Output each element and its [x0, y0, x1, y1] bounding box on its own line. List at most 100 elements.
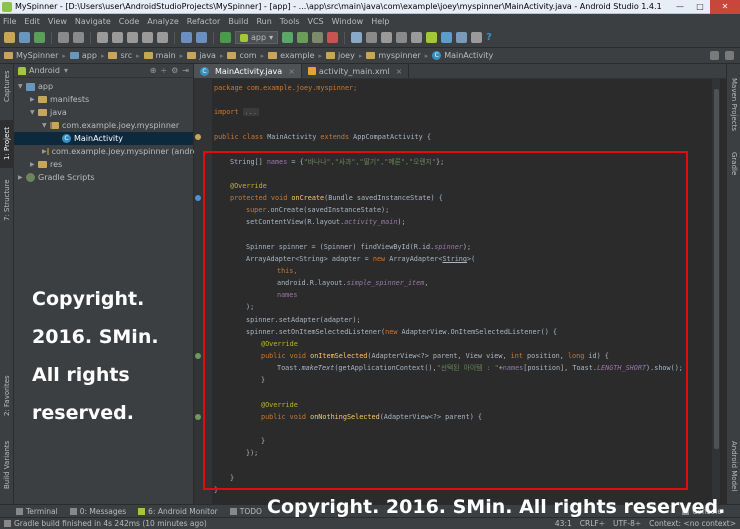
menu-tools[interactable]: Tools: [280, 17, 300, 26]
run-icon[interactable]: [282, 32, 294, 43]
menu-run[interactable]: Run: [256, 17, 271, 26]
tab-todo[interactable]: TODO: [229, 507, 262, 516]
copy-icon[interactable]: [112, 32, 123, 43]
chevron-right-icon[interactable]: ▶: [30, 161, 38, 168]
breadcrumb-main[interactable]: main ▸: [143, 51, 183, 60]
tree-item[interactable]: C MainActivity: [14, 132, 193, 145]
editor-scrollbar[interactable]: [712, 79, 720, 504]
tab-favorites[interactable]: 2: Favorites: [0, 374, 14, 418]
tree-item[interactable]: ▶ com.example.joey.myspinner (andro: [14, 145, 197, 158]
cut-icon[interactable]: [97, 32, 108, 43]
debug-icon[interactable]: [297, 32, 309, 43]
sync-icon[interactable]: [34, 32, 45, 43]
editor-gutter[interactable]: [194, 79, 212, 504]
sync-icon[interactable]: ⊕: [150, 66, 157, 75]
make-icon[interactable]: [220, 32, 231, 43]
chevron-right-icon[interactable]: ▶: [42, 148, 47, 155]
breadcrumb-myspinner[interactable]: MySpinner ▸: [4, 51, 66, 60]
tab-gradle[interactable]: Gradle: [727, 148, 740, 180]
tree-item[interactable]: ▼ app: [14, 80, 193, 93]
breadcrumb-myspinner-pkg[interactable]: myspinner ▸: [366, 51, 428, 60]
folded-imports[interactable]: ...: [242, 108, 259, 116]
tab-terminal[interactable]: Terminal: [16, 507, 58, 516]
stop-icon[interactable]: [327, 32, 339, 43]
run-configuration-select[interactable]: app ▾: [235, 31, 279, 44]
close-tab-icon[interactable]: ×: [288, 67, 295, 76]
file-encoding[interactable]: UTF-8÷: [613, 519, 641, 528]
menu-vcs[interactable]: VCS: [308, 17, 324, 26]
tree-item[interactable]: ▶ manifests: [14, 93, 193, 106]
menu-window[interactable]: Window: [332, 17, 364, 26]
menu-refactor[interactable]: Refactor: [187, 17, 221, 26]
menu-build[interactable]: Build: [228, 17, 248, 26]
breadcrumb-java[interactable]: java ▸: [187, 51, 223, 60]
settings-icon[interactable]: [396, 32, 408, 43]
implement-marker-icon[interactable]: [195, 353, 201, 359]
find-icon[interactable]: [142, 32, 153, 43]
scrollbar-thumb[interactable]: [714, 89, 719, 449]
open-folder-icon[interactable]: [4, 32, 15, 43]
redo-icon[interactable]: [73, 32, 84, 43]
hide-icon[interactable]: ⇥: [182, 66, 189, 75]
menu-help[interactable]: Help: [371, 17, 389, 26]
maximize-button[interactable]: □: [690, 0, 710, 14]
tree-item[interactable]: ▼ com.example.joey.myspinner: [14, 119, 193, 132]
undo-icon[interactable]: [58, 32, 69, 43]
tab-mainactivity-java[interactable]: C MainActivity.java ×: [194, 64, 302, 78]
line-separator[interactable]: CRLF÷: [580, 519, 605, 528]
caret-position[interactable]: 43:1: [555, 519, 572, 528]
breadcrumb-example[interactable]: example ▸: [268, 51, 322, 60]
event-log-icon[interactable]: [725, 51, 734, 60]
android-device-monitor-icon[interactable]: [426, 32, 438, 43]
tab-activity-main-xml[interactable]: activity_main.xml ×: [302, 64, 410, 78]
implement-marker-icon[interactable]: [195, 414, 201, 420]
menu-navigate[interactable]: Navigate: [75, 17, 111, 26]
tab-project[interactable]: 1: Project: [0, 120, 14, 168]
breadcrumb-app[interactable]: app ▸: [69, 51, 104, 60]
help-icon[interactable]: ?: [486, 32, 492, 43]
tab-android-monitor[interactable]: 6: Android Monitor: [138, 507, 218, 516]
close-tab-icon[interactable]: ×: [396, 67, 403, 76]
layout-inspector-icon[interactable]: [471, 32, 483, 43]
replace-icon[interactable]: [157, 32, 168, 43]
chevron-down-icon[interactable]: ▾: [64, 66, 68, 75]
menu-analyze[interactable]: Analyze: [147, 17, 179, 26]
sdk-manager-icon[interactable]: [366, 32, 378, 43]
minimize-button[interactable]: —: [670, 0, 690, 14]
tool-windows-icon[interactable]: [4, 520, 11, 527]
chevron-down-icon[interactable]: ▼: [42, 122, 50, 129]
tree-item[interactable]: ▶ Gradle Scripts: [14, 171, 193, 184]
paste-icon[interactable]: [127, 32, 138, 43]
chevron-right-icon[interactable]: ▶: [30, 96, 38, 103]
status-message[interactable]: Gradle build finished in 4s 242ms (10 mi…: [14, 519, 207, 528]
gear-icon[interactable]: ⚙: [171, 66, 178, 75]
menu-edit[interactable]: Edit: [24, 17, 40, 26]
chevron-down-icon[interactable]: ▼: [30, 109, 38, 116]
chevron-right-icon[interactable]: ▶: [18, 174, 26, 181]
back-icon[interactable]: [181, 32, 192, 43]
tab-maven-projects[interactable]: Maven Projects: [727, 70, 740, 140]
menu-file[interactable]: File: [3, 17, 16, 26]
chevron-down-icon[interactable]: ▼: [18, 83, 26, 90]
tab-messages[interactable]: 0: Messages: [69, 507, 126, 516]
tab-captures[interactable]: Captures: [0, 66, 14, 106]
breadcrumb-com[interactable]: com ▸: [227, 51, 264, 60]
tab-build-variants[interactable]: Build Variants: [0, 436, 14, 494]
tab-android-model[interactable]: Android Model: [727, 434, 740, 498]
sdk-icon[interactable]: [441, 32, 453, 43]
project-view-mode-select[interactable]: Android: [29, 66, 60, 75]
menu-code[interactable]: Code: [119, 17, 139, 26]
tab-structure[interactable]: 7: Structure: [0, 176, 14, 224]
forward-icon[interactable]: [196, 32, 207, 43]
override-marker-icon[interactable]: [195, 195, 201, 201]
breadcrumb-src[interactable]: src ▸: [108, 51, 140, 60]
attach-debugger-icon[interactable]: [312, 32, 324, 43]
tree-item[interactable]: ▶ res: [14, 158, 193, 171]
breadcrumb-mainactivity[interactable]: C MainActivity: [432, 51, 493, 60]
android-monitor-icon[interactable]: [456, 32, 468, 43]
menu-view[interactable]: View: [48, 17, 67, 26]
save-icon[interactable]: [19, 32, 30, 43]
avd-manager-icon[interactable]: [351, 32, 363, 43]
override-marker-icon[interactable]: [195, 134, 201, 140]
project-structure-icon[interactable]: [381, 32, 393, 43]
